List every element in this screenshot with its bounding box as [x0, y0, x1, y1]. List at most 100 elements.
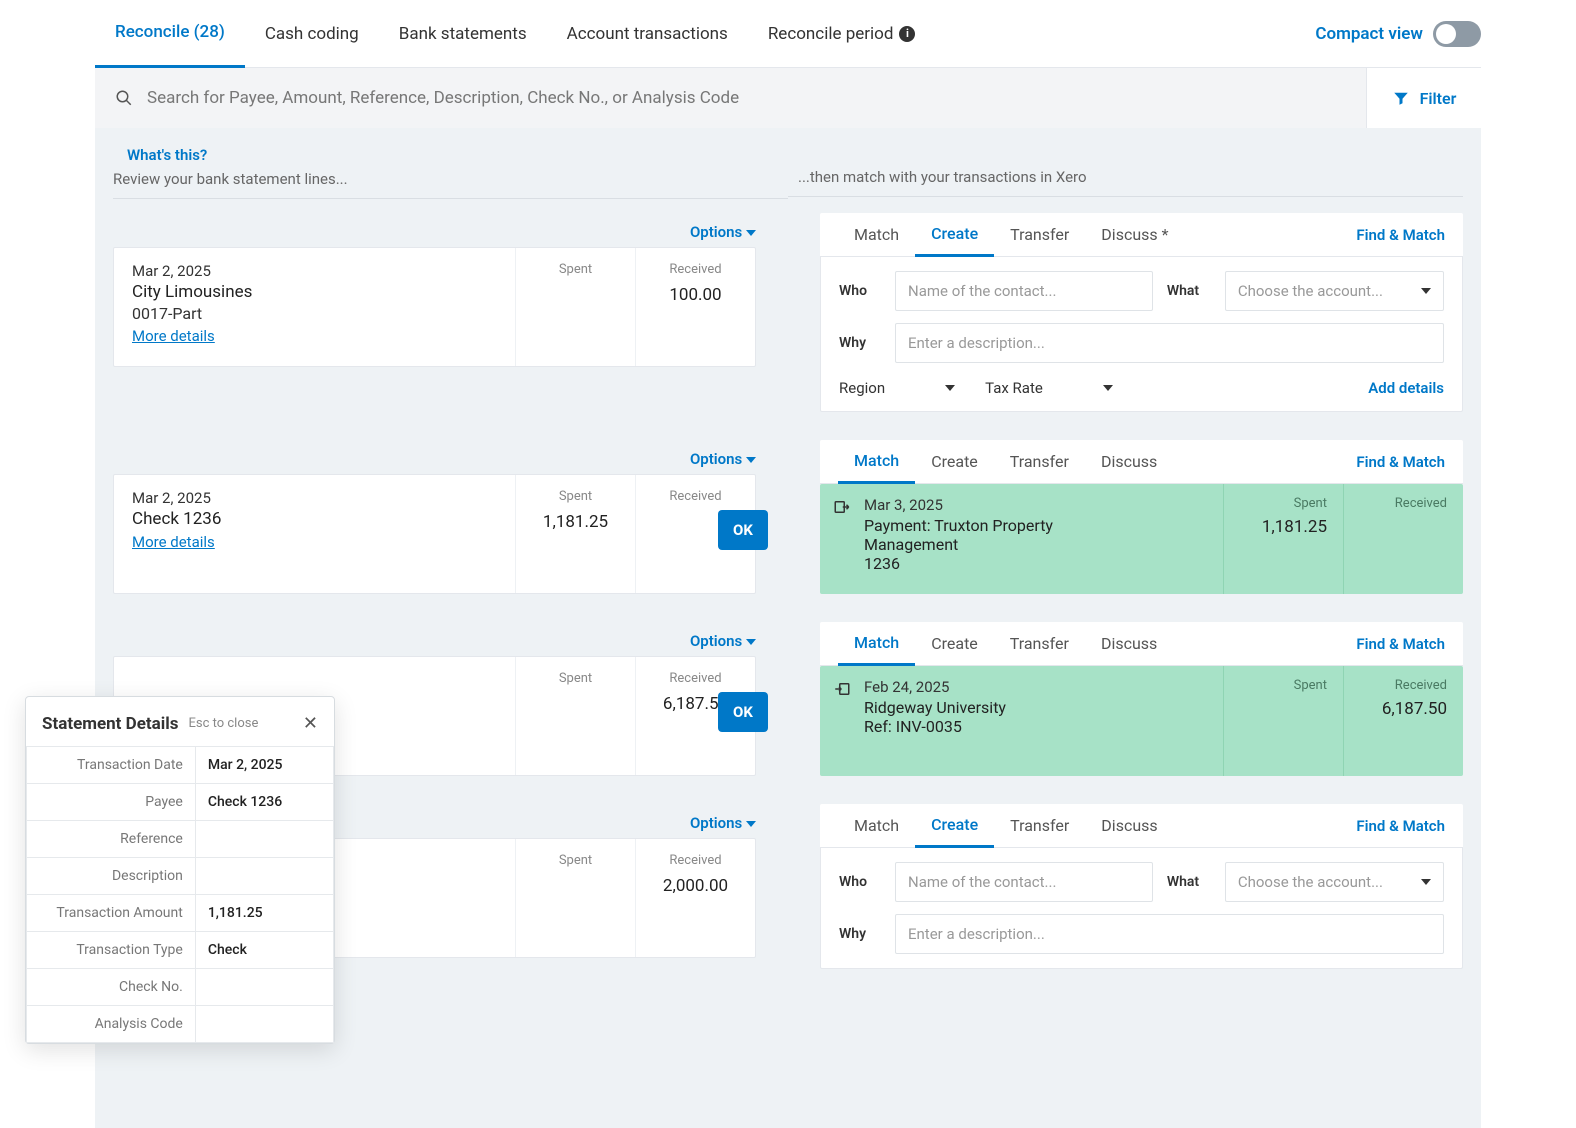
- info-icon: i: [899, 26, 915, 42]
- rtab-create[interactable]: Create: [915, 622, 994, 666]
- rtab-match[interactable]: Match: [838, 804, 915, 848]
- received-label: Received: [648, 853, 743, 868]
- rtab-transfer[interactable]: Transfer: [994, 622, 1085, 666]
- match-desc-2: Management: [864, 535, 1213, 554]
- popover-field-value: Check: [195, 932, 333, 969]
- top-tabs: Reconcile (28) Cash coding Bank statemen…: [95, 0, 1481, 68]
- more-details-link[interactable]: More details: [132, 327, 215, 345]
- rtab-match[interactable]: Match: [838, 213, 915, 257]
- create-form: Who What Choose the account... Why: [820, 848, 1463, 969]
- match-received-label: Received: [1360, 496, 1447, 511]
- more-details-link[interactable]: More details: [132, 533, 215, 551]
- rtab-discuss[interactable]: Discuss: [1085, 440, 1173, 484]
- options-dropdown[interactable]: Options: [113, 440, 756, 474]
- options-dropdown[interactable]: Options: [113, 622, 756, 656]
- add-details-link[interactable]: Add details: [1368, 379, 1444, 397]
- match-desc: Payment: Truxton Property: [864, 516, 1213, 535]
- compact-view-toggle-wrap: Compact view: [1315, 21, 1481, 47]
- rtab-transfer[interactable]: Transfer: [994, 440, 1085, 484]
- who-label: Who: [839, 874, 881, 890]
- match-card[interactable]: Mar 3, 2025 Payment: Truxton Property Ma…: [820, 484, 1463, 594]
- ok-button[interactable]: OK: [718, 692, 768, 732]
- compact-view-toggle[interactable]: [1433, 21, 1481, 47]
- filter-button[interactable]: Filter: [1366, 68, 1481, 128]
- region-dropdown[interactable]: Region: [839, 379, 955, 397]
- ok-button[interactable]: OK: [718, 510, 768, 550]
- why-input[interactable]: [895, 323, 1444, 363]
- right-tabs: MatchCreateTransferDiscuss * Find & Match: [820, 213, 1463, 257]
- why-label: Why: [839, 335, 881, 351]
- tab-cash-coding[interactable]: Cash coding: [245, 0, 379, 68]
- transfer-icon: [833, 498, 851, 516]
- tax-rate-dropdown[interactable]: Tax Rate: [985, 379, 1113, 397]
- popover-esc: Esc to close: [188, 716, 258, 731]
- match-spent-label: Spent: [1240, 678, 1327, 693]
- received-label: Received: [648, 671, 743, 686]
- who-input[interactable]: [895, 271, 1153, 311]
- why-label: Why: [839, 926, 881, 942]
- rtab-create[interactable]: Create: [915, 440, 994, 484]
- tab-account-transactions[interactable]: Account transactions: [547, 0, 748, 68]
- options-dropdown[interactable]: Options: [113, 213, 756, 247]
- statement-payee: Check 1236: [132, 509, 497, 529]
- rtab-discuss[interactable]: Discuss: [1085, 622, 1173, 666]
- whats-this-link[interactable]: What's this?: [113, 146, 788, 164]
- right-tabs: MatchCreateTransferDiscuss Find & Match: [820, 622, 1463, 666]
- find-match-link[interactable]: Find & Match: [1356, 817, 1445, 835]
- statement-card: Mar 2, 2025 City Limousines 0017-Part Mo…: [113, 247, 756, 367]
- close-icon[interactable]: ✕: [303, 713, 318, 734]
- rtab-create[interactable]: Create: [915, 804, 994, 848]
- what-select[interactable]: Choose the account...: [1225, 271, 1444, 311]
- search-bar: Filter: [95, 68, 1481, 128]
- tab-reconcile-period[interactable]: Reconcile period i: [748, 0, 936, 68]
- popover-field-value: [195, 821, 333, 858]
- popover-field-label: Payee: [27, 784, 196, 821]
- spent-label: Spent: [528, 671, 623, 686]
- statement-payee: City Limousines: [132, 282, 497, 302]
- received-value: 2,000.00: [648, 876, 743, 896]
- received-label: Received: [648, 489, 743, 504]
- what-label: What: [1167, 283, 1211, 299]
- what-label: What: [1167, 874, 1211, 890]
- compact-view-label: Compact view: [1315, 24, 1423, 44]
- statement-card: Mar 2, 2025 Check 1236 More details Spen…: [113, 474, 756, 594]
- spent-label: Spent: [528, 262, 623, 277]
- popover-field-label: Transaction Amount: [27, 895, 196, 932]
- popover-field-label: Transaction Date: [27, 747, 196, 784]
- popover-field-label: Check No.: [27, 969, 196, 1006]
- match-received-value: 6,187.50: [1360, 699, 1447, 719]
- statement-ref: 0017-Part: [132, 304, 497, 323]
- find-match-link[interactable]: Find & Match: [1356, 226, 1445, 244]
- match-desc-2: Ref: INV-0035: [864, 717, 1213, 736]
- transfer-in-icon: [833, 680, 851, 698]
- rtab-transfer[interactable]: Transfer: [994, 213, 1085, 257]
- popover-table: Transaction DateMar 2, 2025PayeeCheck 12…: [26, 746, 334, 1043]
- tab-reconcile[interactable]: Reconcile (28): [95, 0, 245, 68]
- match-received-label: Received: [1360, 678, 1447, 693]
- popover-field-value: [195, 1006, 333, 1043]
- rtab-match[interactable]: Match: [838, 622, 915, 666]
- find-match-link[interactable]: Find & Match: [1356, 453, 1445, 471]
- popover-field-value: Check 1236: [195, 784, 333, 821]
- rtab-transfer[interactable]: Transfer: [994, 804, 1085, 848]
- rtab-discuss[interactable]: Discuss *: [1085, 213, 1184, 257]
- what-select[interactable]: Choose the account...: [1225, 862, 1444, 902]
- statement-date: Mar 2, 2025: [132, 489, 497, 507]
- search-input[interactable]: [147, 88, 1461, 108]
- right-tabs: MatchCreateTransferDiscuss Find & Match: [820, 440, 1463, 484]
- popover-field-label: Description: [27, 858, 196, 895]
- spent-value: 1,181.25: [528, 512, 623, 532]
- rtab-create[interactable]: Create: [915, 213, 994, 257]
- why-input[interactable]: [895, 914, 1444, 954]
- hint-left: Review your bank statement lines...: [113, 170, 788, 199]
- who-input[interactable]: [895, 862, 1153, 902]
- find-match-link[interactable]: Find & Match: [1356, 635, 1445, 653]
- popover-field-value: [195, 858, 333, 895]
- statement-details-popover: Statement Details Esc to close ✕ Transac…: [25, 696, 335, 1044]
- match-card[interactable]: Feb 24, 2025 Ridgeway University Ref: IN…: [820, 666, 1463, 776]
- popover-field-value: 1,181.25: [195, 895, 333, 932]
- rtab-discuss[interactable]: Discuss: [1085, 804, 1173, 848]
- rtab-match[interactable]: Match: [838, 440, 915, 484]
- spent-label: Spent: [528, 853, 623, 868]
- tab-bank-statements[interactable]: Bank statements: [379, 0, 547, 68]
